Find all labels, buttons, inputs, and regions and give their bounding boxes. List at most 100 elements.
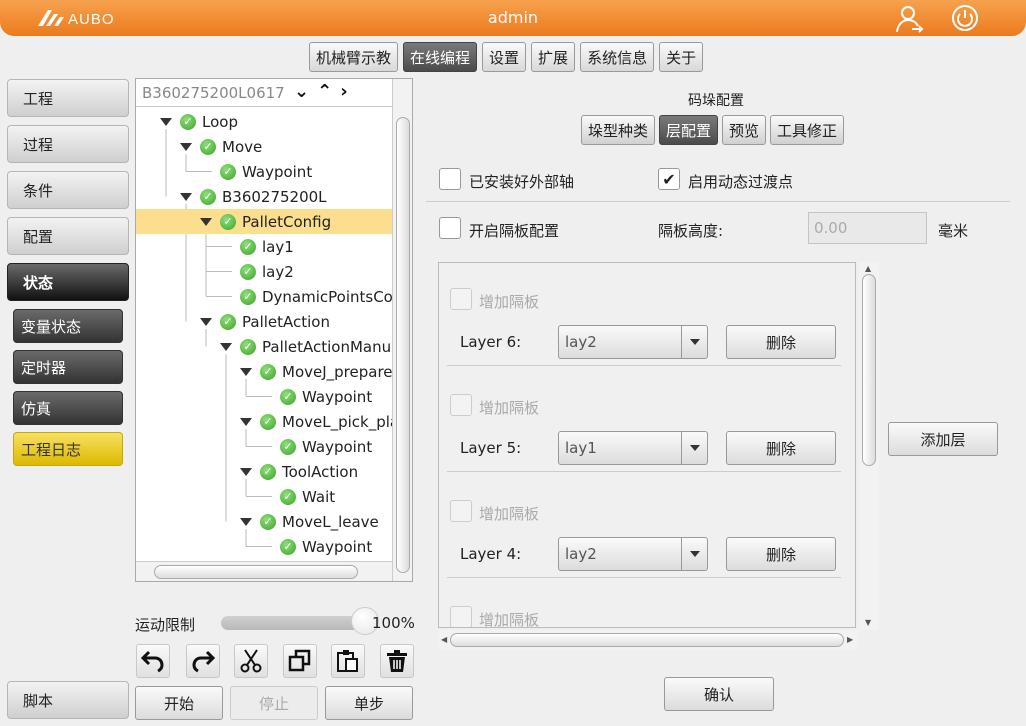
layers-horizontal-scrollbar[interactable]: ◀ ▶: [438, 630, 858, 650]
tree-node-label: PalletConfig: [242, 212, 332, 231]
expand-triangle-icon[interactable]: [200, 317, 212, 326]
delete-icon[interactable]: [380, 644, 414, 678]
motion-limit-value: 100%: [372, 614, 415, 632]
scroll-up-icon[interactable]: ▲: [865, 264, 871, 273]
redo-icon[interactable]: [186, 644, 220, 678]
expand-triangle-icon[interactable]: [220, 342, 232, 351]
paste-icon[interactable]: [331, 644, 365, 678]
add-partition-checkbox[interactable]: [450, 606, 472, 627]
tree-node[interactable]: ✓ B360275200L: [180, 184, 327, 209]
partition-height-value: 0.00: [814, 219, 848, 237]
nav-status[interactable]: 状态: [7, 263, 129, 301]
scroll-down-icon[interactable]: ▼: [865, 618, 871, 627]
expand-triangle-icon[interactable]: [240, 417, 252, 426]
tree-node[interactable]: ✓ Loop: [160, 109, 238, 134]
tree-node[interactable]: ✓ ToolAction: [240, 459, 358, 484]
expand-triangle-icon[interactable]: [160, 117, 172, 126]
nav-project-log[interactable]: 工程日志: [13, 432, 123, 466]
tree-node[interactable]: ✓ Waypoint: [260, 534, 372, 559]
tree-vertical-scrollbar[interactable]: [392, 79, 412, 581]
cut-icon[interactable]: [234, 644, 268, 678]
layers-vertical-scrollbar[interactable]: ▲ ▼: [859, 262, 879, 630]
tab-extensions[interactable]: 扩展: [531, 42, 576, 72]
tree-hscroll-thumb[interactable]: [154, 565, 358, 579]
layer-select[interactable]: lay2: [558, 325, 708, 359]
tree-node[interactable]: ✓ PalletActionManua: [220, 334, 392, 359]
scroll-right-icon[interactable]: ▶: [847, 635, 853, 644]
layers-hscroll-thumb[interactable]: [450, 633, 844, 647]
tree-node[interactable]: ✓ lay2: [220, 259, 294, 284]
tab-system-info[interactable]: 系统信息: [580, 42, 655, 72]
expand-triangle-icon[interactable]: [240, 367, 252, 376]
layer-select[interactable]: lay1: [558, 431, 708, 465]
tree-node[interactable]: ✓ Wait: [260, 484, 335, 509]
tree-node[interactable]: ✓ Waypoint: [260, 434, 372, 459]
add-partition-checkbox[interactable]: [450, 500, 472, 522]
chevron-down-icon[interactable]: [681, 432, 707, 464]
tab-tool-correction[interactable]: 工具修正: [770, 115, 845, 145]
layer-select[interactable]: lay2: [558, 537, 708, 571]
delete-layer-button[interactable]: 删除: [726, 325, 836, 359]
tab-stack-type[interactable]: 垛型种类: [581, 115, 656, 145]
tree-node[interactable]: ✓ MoveJ_prepare: [240, 359, 392, 384]
start-button[interactable]: 开始: [135, 686, 223, 720]
layer-select-value: lay2: [565, 545, 597, 563]
tab-robot-teach[interactable]: 机械臂示教: [309, 42, 399, 72]
delete-layer-button[interactable]: 删除: [726, 431, 836, 465]
chevron-up-icon[interactable]: ⌃: [317, 81, 332, 102]
add-partition-checkbox[interactable]: [450, 288, 472, 310]
tree-vscroll-thumb[interactable]: [396, 117, 410, 573]
tree-node[interactable]: ✓ PalletAction: [200, 309, 330, 334]
tab-online-programming[interactable]: 在线编程: [403, 42, 478, 72]
tree-node[interactable]: ✓ DynamicPointsCon: [220, 284, 392, 309]
nav-timer[interactable]: 定时器: [13, 350, 123, 384]
nav-script[interactable]: 脚本: [7, 681, 129, 719]
delete-layer-button[interactable]: 删除: [726, 537, 836, 571]
tree-node[interactable]: ✓ Move: [180, 134, 262, 159]
partition-config-label: 开启隔板配置: [469, 222, 560, 240]
expand-triangle-icon[interactable]: [180, 142, 192, 151]
tab-preview[interactable]: 预览: [722, 115, 767, 145]
tree-node[interactable]: ✓ Waypoint: [200, 159, 312, 184]
tree-node[interactable]: ✓ MoveL_pick_pla: [240, 409, 392, 434]
scroll-left-icon[interactable]: ◀: [441, 635, 447, 644]
external-axis-checkbox[interactable]: [439, 168, 461, 190]
tree-horizontal-scrollbar[interactable]: [136, 561, 392, 581]
nav-process[interactable]: 过程: [7, 125, 129, 163]
tree-node[interactable]: ✓ Waypoint: [260, 384, 372, 409]
expand-triangle-icon[interactable]: [200, 217, 212, 226]
layers-vscroll-thumb[interactable]: [862, 274, 876, 466]
expand-triangle-icon[interactable]: [180, 192, 192, 201]
tree-node[interactable]: ✓ lay1: [220, 234, 294, 259]
add-layer-button[interactable]: 添加层: [888, 422, 998, 456]
chevron-down-icon[interactable]: ⌄: [294, 81, 309, 102]
partition-checkbox[interactable]: [439, 217, 461, 239]
nav-project[interactable]: 工程: [7, 79, 129, 117]
expand-triangle-icon[interactable]: [240, 467, 252, 476]
undo-icon[interactable]: [136, 644, 170, 678]
copy-icon[interactable]: [283, 644, 317, 678]
nav-condition[interactable]: 条件: [7, 171, 129, 209]
partition-height-input[interactable]: 0.00: [808, 212, 927, 244]
power-icon[interactable]: [950, 3, 980, 33]
tree-node[interactable]: ✓ MoveL_leave: [240, 509, 379, 534]
confirm-button[interactable]: 确认: [664, 677, 774, 711]
chevron-right-icon[interactable]: ›: [340, 81, 347, 102]
dynamic-transition-label: 启用动态过渡点: [688, 173, 794, 191]
chevron-down-icon[interactable]: [681, 538, 707, 570]
tab-about[interactable]: 关于: [659, 42, 704, 72]
expand-triangle-icon[interactable]: [240, 517, 252, 526]
add-partition-checkbox[interactable]: [450, 394, 472, 416]
nav-variable-status[interactable]: 变量状态: [13, 309, 123, 343]
tree-node[interactable]: ✓ PalletConfig: [136, 209, 392, 234]
tab-layer-config[interactable]: 层配置: [659, 115, 719, 145]
user-logout-icon[interactable]: [894, 4, 924, 34]
step-button[interactable]: 单步: [325, 686, 413, 720]
stop-button[interactable]: 停止: [230, 686, 318, 720]
tab-settings[interactable]: 设置: [482, 42, 527, 72]
chevron-down-icon[interactable]: [681, 326, 707, 358]
motion-limit-slider[interactable]: [221, 616, 365, 630]
nav-simulation[interactable]: 仿真: [13, 391, 123, 425]
nav-config[interactable]: 配置: [7, 217, 129, 255]
dynamic-transition-checkbox[interactable]: ✔: [658, 168, 680, 190]
